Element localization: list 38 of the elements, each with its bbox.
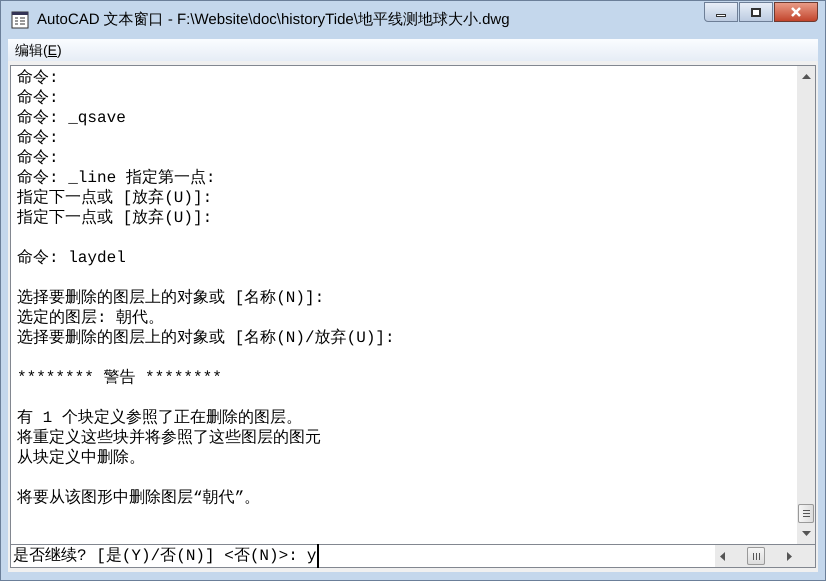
minimize-icon — [716, 14, 726, 16]
app-icon — [11, 11, 29, 29]
maximize-icon — [751, 8, 761, 16]
history-line: 命令: — [17, 148, 59, 168]
command-input[interactable]: 是否继续? [是(Y)/否(N)] <否(N)>: y — [11, 544, 715, 568]
history-line: 指定下一点或 [放弃(U)]: — [17, 188, 212, 208]
history-line: 命令: — [17, 88, 59, 108]
horizontal-scrollbar[interactable] — [715, 545, 797, 567]
history-line: 命令: _line 指定第一点: — [17, 168, 216, 188]
scroll-up-icon[interactable] — [802, 74, 810, 79]
history-line: 命令: laydel — [17, 248, 126, 268]
scroll-down-icon[interactable] — [802, 531, 810, 536]
maximize-button[interactable] — [739, 2, 773, 22]
vertical-scrollbar[interactable] — [797, 66, 815, 544]
history-line: 将要从该图形中删除图层“朝代”。 — [17, 488, 260, 508]
command-prompt: 是否继续? [是(Y)/否(N)] <否(N)>: — [13, 546, 298, 567]
minimize-button[interactable] — [704, 2, 738, 22]
scroll-left-icon[interactable] — [720, 552, 725, 560]
close-button[interactable] — [774, 2, 818, 22]
command-value: y — [306, 544, 320, 568]
history-line: 命令: — [17, 128, 59, 148]
window-title: AutoCAD 文本窗口 - F:\Website\doc\historyTide\地平线测地球大小.dwg — [37, 10, 510, 30]
scrollbar-corner — [797, 545, 815, 567]
history-line: 将重定义这些块并将参照了这些图层的图元 — [17, 428, 321, 448]
scroll-thumb[interactable] — [798, 504, 814, 523]
edit-menu[interactable]: 编辑(E) — [15, 40, 62, 60]
history-line: 命令: — [17, 68, 59, 88]
history-line: 命令: _qsave — [17, 108, 126, 128]
history-line: 有 1 个块定义参照了正在删除的图层。 — [17, 408, 302, 428]
history-line: 选择要删除的图层上的对象或 [名称(N)/放弃(U)]: — [17, 328, 395, 348]
history-line: 选定的图层: 朝代。 — [17, 308, 164, 328]
history-line: 从块定义中删除。 — [17, 448, 145, 468]
close-icon — [790, 7, 802, 17]
history-line: 指定下一点或 [放弃(U)]: — [17, 208, 212, 228]
scroll-right-icon[interactable] — [787, 552, 792, 560]
horizontal-thumb[interactable] — [747, 547, 765, 565]
history-line: ******** 警告 ******** — [17, 368, 222, 388]
history-line: 选择要删除的图层上的对象或 [名称(N)]: — [17, 288, 324, 308]
